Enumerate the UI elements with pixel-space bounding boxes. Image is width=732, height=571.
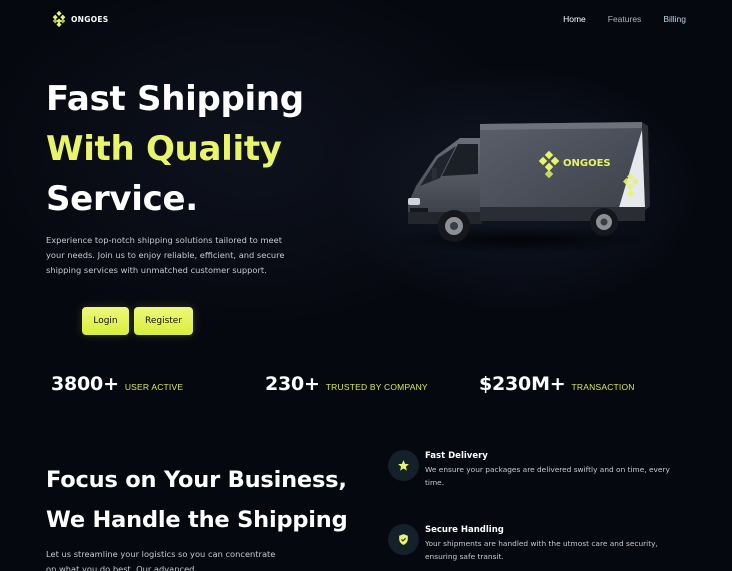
feature-secure-handling: Secure Handling Your shipments are handl… bbox=[388, 524, 675, 563]
section-description: Let us streamline your logistics so you … bbox=[46, 549, 276, 571]
logo-icon bbox=[52, 11, 66, 27]
delivery-truck-image: ONGOES bbox=[390, 122, 650, 254]
feature-text: Your shipments are handled with the utmo… bbox=[425, 539, 658, 561]
stat-label: TRUSTED BY COMPANY bbox=[325, 382, 428, 392]
stat-label: TRANSACTION bbox=[571, 382, 635, 392]
hero-title-line-2: With Quality bbox=[46, 129, 282, 169]
hero-title-line-3: Service. bbox=[46, 179, 198, 219]
brand-name: ONGOES bbox=[71, 14, 109, 24]
nav-features[interactable]: Features bbox=[608, 14, 642, 24]
feature-fast-delivery: Fast Delivery We ensure your packages ar… bbox=[388, 450, 675, 489]
stat-users: 3800+ USER ACTIVE bbox=[51, 373, 183, 395]
hero-title-line-1: Fast Shipping bbox=[46, 79, 304, 119]
hero-description: Experience top-notch shipping solutions … bbox=[46, 235, 285, 276]
brand-logo[interactable]: ONGOES bbox=[51, 11, 109, 27]
section-title: Focus on Your Business, We Handle the Sh… bbox=[46, 460, 348, 540]
nav-home[interactable]: Home bbox=[563, 14, 586, 24]
register-button[interactable]: Register bbox=[134, 307, 193, 335]
section-title-line-2: We Handle the Shipping bbox=[46, 507, 348, 533]
truck-brand-text: ONGOES bbox=[563, 158, 611, 169]
stat-transactions: $230M+ TRANSACTION bbox=[479, 373, 635, 395]
feature-title: Fast Delivery bbox=[425, 451, 488, 461]
stat-companies: 230+ TRUSTED BY COMPANY bbox=[265, 373, 428, 395]
stat-value: $230M+ bbox=[479, 373, 566, 395]
hero-title: Fast Shipping With Quality Service. bbox=[46, 74, 304, 224]
feature-title: Secure Handling bbox=[425, 525, 504, 535]
stat-value: 230+ bbox=[265, 373, 320, 395]
stat-label: USER ACTIVE bbox=[124, 382, 184, 392]
feature-text: We ensure your packages are delivered sw… bbox=[425, 465, 670, 487]
section-title-line-1: Focus on Your Business, bbox=[46, 467, 347, 493]
nav-billing[interactable]: Billing bbox=[663, 14, 686, 24]
shield-check-icon bbox=[388, 524, 419, 555]
star-icon bbox=[388, 450, 419, 481]
login-button[interactable]: Login bbox=[82, 307, 129, 335]
stat-value: 3800+ bbox=[51, 373, 119, 395]
main-nav: Home Features Billing bbox=[563, 14, 686, 24]
